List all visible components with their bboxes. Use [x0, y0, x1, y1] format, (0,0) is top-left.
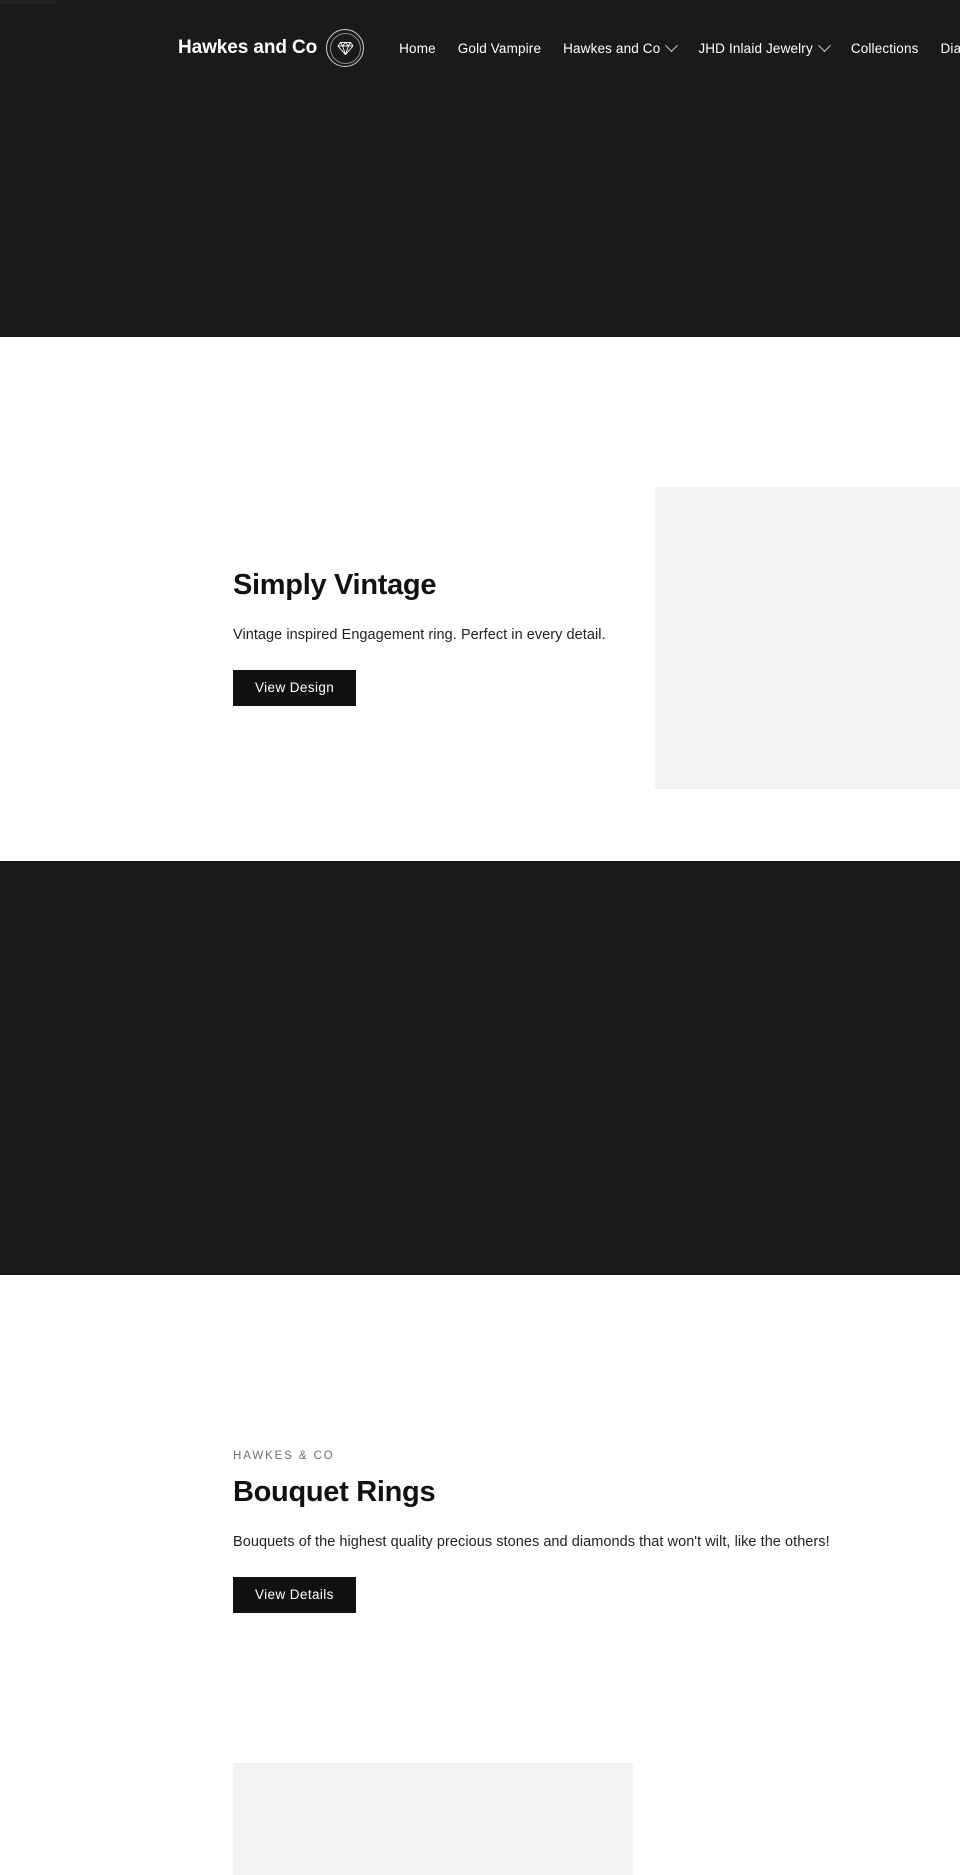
main-navigation-bar: Hawkes and Co Home Gold Vampire Hawkes a… [0, 0, 960, 96]
nav-item-label: Home [399, 40, 436, 56]
diamond-in-circle-icon [326, 29, 365, 67]
simply-vintage-description: Vintage inspired Engagement ring. Perfec… [233, 626, 606, 643]
view-design-button[interactable]: View Design [233, 669, 357, 707]
simply-vintage-title: Simply Vintage [233, 569, 437, 601]
nav-item-label: Hawkes and Co [563, 40, 661, 56]
brand-name-text: Hawkes and Co [178, 37, 318, 58]
section-simply-vintage: Simply Vintage Vintage inspired Engageme… [0, 337, 960, 861]
view-details-button[interactable]: View Details [233, 1576, 356, 1614]
nav-item-diamonds[interactable]: Diamonds [930, 41, 960, 56]
section-dark-feature-band [0, 861, 960, 1275]
chevron-down-icon [817, 38, 831, 52]
section-bouquet-rings: HAWKES & CO Bouquet Rings Bouquets of th… [0, 1275, 960, 1875]
bouquet-rings-image-placeholder [233, 1763, 633, 1875]
nav-item-list: Home Gold Vampire Hawkes and Co JHD Inla… [388, 38, 960, 56]
bouquet-rings-eyebrow: HAWKES & CO [233, 1450, 335, 1462]
nav-item-collections[interactable]: Collections [840, 41, 930, 56]
nav-item-label: Gold Vampire [457, 40, 542, 56]
simply-vintage-image-placeholder [655, 487, 960, 789]
site-logo[interactable]: Hawkes and Co [178, 29, 365, 67]
bouquet-rings-copy-block: HAWKES & CO Bouquet Rings Bouquets of th… [233, 1450, 873, 1614]
nav-item-label: Diamonds [940, 40, 960, 56]
page-root: Hawkes and Co Home Gold Vampire Hawkes a… [0, 0, 960, 1875]
bouquet-rings-description: Bouquets of the highest quality precious… [233, 1533, 830, 1550]
nav-item-gold-vampire[interactable]: Gold Vampire [447, 41, 552, 56]
nav-item-label: JHD Inlaid Jewelry [698, 40, 813, 56]
bouquet-rings-title: Bouquet Rings [233, 1476, 436, 1508]
nav-item-jhd-inlaid-jewelry[interactable]: JHD Inlaid Jewelry [687, 38, 839, 56]
nav-item-home[interactable]: Home [388, 41, 447, 56]
header-hero-band: Hawkes and Co Home Gold Vampire Hawkes a… [0, 0, 960, 337]
chevron-down-icon [665, 38, 679, 52]
nav-item-label: Collections [850, 40, 919, 56]
nav-item-hawkes-and-co[interactable]: Hawkes and Co [552, 38, 687, 56]
simply-vintage-copy-block: Simply Vintage Vintage inspired Engageme… [233, 568, 633, 707]
